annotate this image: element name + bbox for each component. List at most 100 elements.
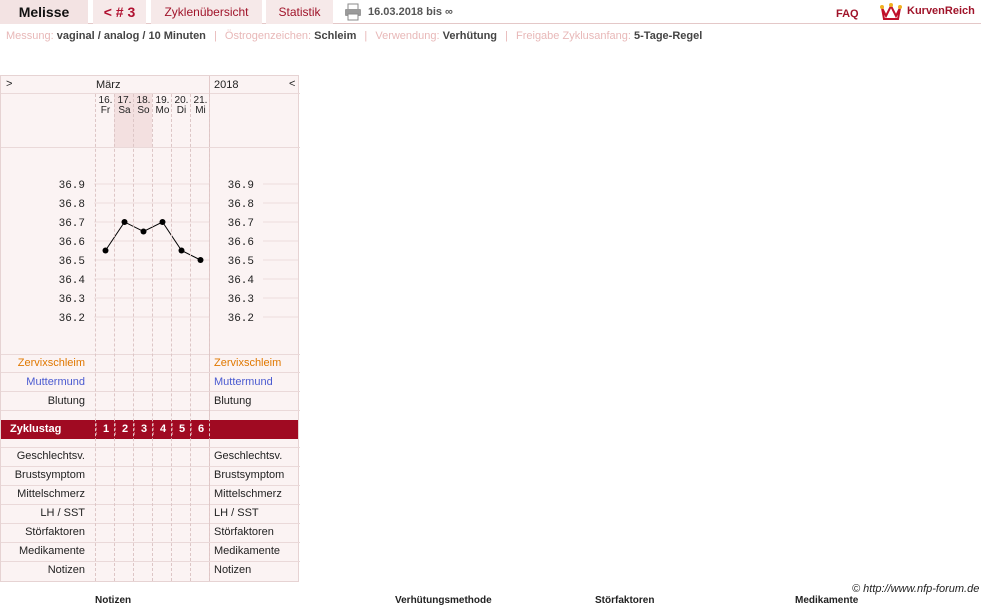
day-weekday: Fr [100,105,111,116]
temperature-point[interactable] [159,219,166,225]
previous-cycle-tab[interactable]: < # 3 [93,0,146,24]
row-label-cervix: Zervixschleim [17,357,85,369]
day-column-separator [152,94,153,581]
temp-tick-label-left: 36.7 [59,218,85,230]
cycle-day-label: Zyklustag [10,423,62,435]
symptom-row-label: Störfaktoren [25,526,85,538]
temp-tick-label-left: 36.5 [59,256,85,268]
cycle-settings-line: Messung: vaginal / analog / 10 Minuten |… [6,30,702,42]
symptom-row-label: Medikamente [18,545,85,557]
temperature-point[interactable] [178,247,185,254]
day-column-separator [209,94,210,581]
symptom-row-label: LH / SST [40,507,85,519]
cycle-date-range: 16.03.2018 bis ∞ [368,6,453,18]
row-divider [1,354,300,355]
symptom-row-label-right: LH / SST [214,507,259,519]
day-column-separator [133,94,134,581]
meta-key-release: Freigabe Zyklusanfang: [516,30,631,42]
day-column-separator [190,94,191,581]
month-label: März [96,79,121,91]
symptom-row-label-right: Mittelschmerz [214,488,282,500]
separator: | [505,30,508,42]
cycle-day-number: 5 [172,423,191,435]
temp-tick-label-left: 36.8 [59,199,85,211]
temp-tick-label-right: 36.5 [228,256,254,268]
day-header: 19. Mo [153,96,172,116]
meta-value-release: 5-Tage-Regel [634,30,703,42]
cycle-day-number: 4 [153,423,172,435]
temp-tick-label-right: 36.6 [228,237,254,249]
temp-tick-label-right: 36.4 [228,275,255,287]
separator: | [213,30,217,42]
separator: | [364,30,368,42]
nav-next-arrow[interactable]: > [6,78,12,90]
temperature-point[interactable] [197,257,204,263]
symptom-row-label-right: Geschlechtsv. [214,450,283,462]
meta-key-estrogen: Östrogenzeichen: [224,30,312,42]
temperature-point[interactable] [121,219,128,225]
temp-tick-label-right: 36.3 [228,294,254,306]
temp-tick-label-left: 36.3 [59,294,85,306]
row-divider [1,561,300,562]
tab-statistics[interactable]: Statistik [266,0,333,24]
meta-value-measurement: vaginal / analog / 10 Minuten [56,30,206,42]
temperature-point[interactable] [140,228,147,235]
day-weekday: Mi [195,105,206,116]
row-divider [1,447,300,448]
tab-cycle-overview[interactable]: Zyklenübersicht [151,0,262,24]
row-label-cervix-position-right: Muttermund [214,376,273,388]
row-divider [1,504,300,505]
brand-name[interactable]: KurvenReich [907,5,975,17]
faq-link[interactable]: FAQ [836,8,859,20]
meta-key-usage: Verwendung: [375,30,440,42]
day-header: 17. Sa [115,96,134,116]
day-weekday: Mo [155,105,170,116]
day-weekday: So [137,105,150,116]
day-header: 16. Fr [96,96,115,116]
cycle-day-number: 6 [191,423,210,435]
cycle-day-number: 3 [134,423,153,435]
meta-key-measurement: Messung: [6,30,54,42]
day-header: 21. Mi [191,96,210,116]
year-label: 2018 [214,79,239,91]
symptom-row-label-right: Medikamente [214,545,281,557]
cycle-day-row: Zyklustag 123456 [1,420,298,439]
temp-tick-label-left: 36.6 [59,237,85,249]
day-header: 18. So [134,96,153,116]
row-label-bleeding: Blutung [47,395,85,407]
temp-tick-label-right: 36.7 [228,218,254,230]
temp-tick-label-left: 36.9 [59,180,85,192]
symptom-row-label-right: Brustsymptom [214,469,285,481]
temp-tick-label-left: 36.4 [59,275,86,287]
row-divider [1,391,300,392]
symptom-row-label: Brustsymptom [14,469,85,481]
day-column-separator [95,94,96,581]
day-column-separator [114,94,115,581]
row-divider [1,466,300,467]
day-weekday: Sa [118,105,131,116]
temp-tick-label-left: 36.2 [59,313,85,325]
user-name-tab[interactable]: Melisse [0,0,88,24]
temperature-chart: 36.9 36.9 36.8 36.8 36.7 36.7 36.6 36.6 36.5 36.5… [59,180,298,325]
row-label-bleeding-right: Blutung [214,395,252,407]
symptom-row-label-right: Störfaktoren [214,526,274,538]
crown-logo-icon[interactable] [880,2,902,22]
meta-value-estrogen: Schleim [314,30,357,42]
symptom-row-label: Notizen [47,564,85,576]
top-navigation-bar: Melisse < # 3 Zyklenübersicht Statistik … [0,0,981,24]
row-label-cervix-right: Zervixschleim [214,357,282,369]
symptom-row-label-right: Notizen [214,564,252,576]
cycle-day-number: 2 [115,423,134,435]
copyright-text[interactable]: © http://www.nfp-forum.de [852,583,979,595]
temp-tick-label-right: 36.2 [228,313,254,325]
row-divider [1,410,300,411]
temperature-point[interactable] [102,247,109,254]
cycle-day-number: 1 [96,423,115,435]
nav-prev-arrow[interactable]: < [289,78,295,90]
cycle-chart: > März 2018 < 16. Fr 17. Sa 18. So 19. Mo 20. Di 2… [0,75,300,582]
row-label-cervix-position: Muttermund [26,376,85,388]
temp-tick-label-right: 36.8 [228,199,254,211]
row-divider [1,523,300,524]
printer-icon[interactable] [344,3,362,21]
row-divider [1,542,300,543]
